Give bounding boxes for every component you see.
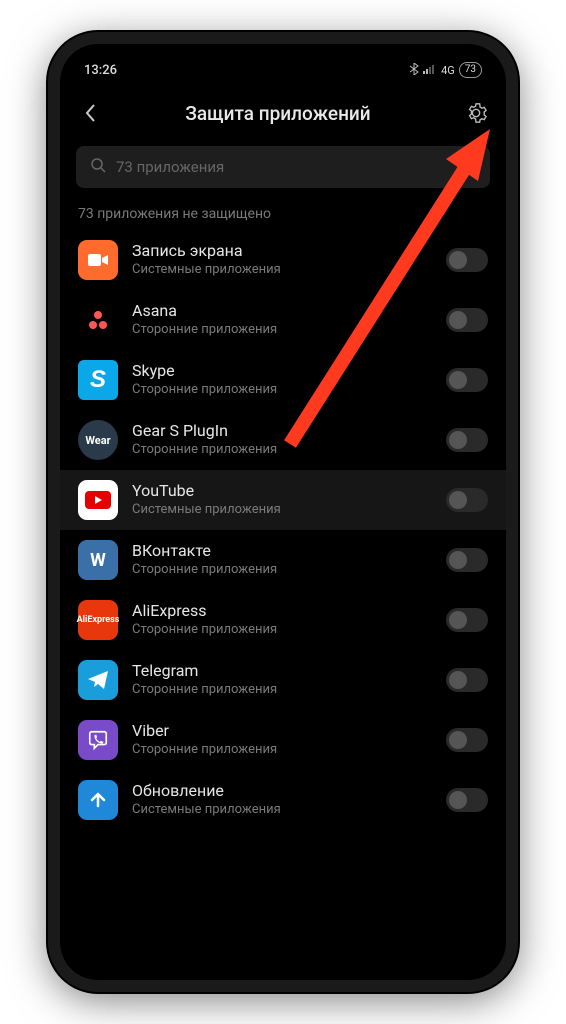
status-time: 13:26 — [84, 63, 117, 78]
search-icon — [90, 157, 106, 177]
app-toggle[interactable] — [446, 368, 488, 392]
app-row[interactable]: Wear Gear S PlugInСторонние приложения — [60, 410, 506, 470]
screen: 13:26 4G 73 Защита приложений — [60, 44, 506, 980]
update-icon — [78, 780, 118, 820]
section-label: 73 приложения не защищено — [60, 198, 506, 230]
app-subtitle: Сторонние приложения — [132, 322, 432, 339]
app-subtitle: Системные приложения — [132, 262, 432, 279]
app-list: Запись экранаСистемные приложенияAsanaСт… — [60, 230, 506, 830]
app-subtitle: Сторонние приложения — [132, 622, 432, 639]
vk-icon: W — [78, 540, 118, 580]
app-name: Viber — [132, 721, 432, 742]
search-placeholder: 73 приложения — [116, 158, 224, 176]
app-subtitle: Сторонние приложения — [132, 742, 432, 759]
app-toggle[interactable] — [446, 428, 488, 452]
page-title: Защита приложений — [94, 102, 462, 125]
app-subtitle: Системные приложения — [132, 502, 432, 519]
header: Защита приложений — [60, 86, 506, 140]
app-text: ViberСторонние приложения — [132, 721, 432, 759]
search-bar[interactable]: 73 приложения — [76, 146, 490, 188]
telegram-icon — [78, 660, 118, 700]
app-name: Skype — [132, 361, 432, 382]
battery-indicator: 73 — [459, 62, 482, 78]
app-toggle[interactable] — [446, 728, 488, 752]
app-toggle[interactable] — [446, 548, 488, 572]
app-text: SkypeСторонние приложения — [132, 361, 432, 399]
app-row[interactable]: ViberСторонние приложения — [60, 710, 506, 770]
phone-frame: 13:26 4G 73 Защита приложений — [48, 32, 518, 992]
app-text: AsanaСторонние приложения — [132, 301, 432, 339]
app-row[interactable]: W ВКонтактеСторонние приложения — [60, 530, 506, 590]
app-name: YouTube — [132, 481, 432, 502]
app-text: Запись экранаСистемные приложения — [132, 241, 432, 279]
app-name: Обновление — [132, 781, 432, 802]
app-text: Gear S PlugInСторонние приложения — [132, 421, 432, 459]
app-toggle[interactable] — [446, 248, 488, 272]
status-right: 4G 73 — [409, 62, 482, 78]
app-row[interactable]: S SkypeСторонние приложения — [60, 350, 506, 410]
app-toggle[interactable] — [446, 488, 488, 512]
camera-icon — [78, 240, 118, 280]
app-text: TelegramСторонние приложения — [132, 661, 432, 699]
skype-icon: S — [78, 360, 118, 400]
app-subtitle: Сторонние приложения — [132, 382, 432, 399]
app-name: AliExpress — [132, 601, 432, 622]
settings-button[interactable] — [462, 102, 490, 124]
app-toggle[interactable] — [446, 608, 488, 632]
app-subtitle: Сторонние приложения — [132, 442, 432, 459]
app-row[interactable]: YouTubeСистемные приложения — [60, 470, 506, 530]
app-text: AliExpressСторонние приложения — [132, 601, 432, 639]
ali-icon: AliExpress — [78, 600, 118, 640]
app-row[interactable]: TelegramСторонние приложения — [60, 650, 506, 710]
gear-icon — [465, 102, 487, 124]
app-subtitle: Сторонние приложения — [132, 562, 432, 579]
viber-icon — [78, 720, 118, 760]
signal-icon — [423, 64, 437, 77]
app-row[interactable]: AliExpressAliExpressСторонние приложения — [60, 590, 506, 650]
app-toggle[interactable] — [446, 788, 488, 812]
app-name: Gear S PlugIn — [132, 421, 432, 442]
app-name: Запись экрана — [132, 241, 432, 262]
app-row[interactable]: AsanaСторонние приложения — [60, 290, 506, 350]
asana-icon — [78, 300, 118, 340]
app-subtitle: Системные приложения — [132, 802, 432, 819]
app-toggle[interactable] — [446, 308, 488, 332]
bluetooth-icon — [409, 63, 419, 78]
app-text: YouTubeСистемные приложения — [132, 481, 432, 519]
app-row[interactable]: Запись экранаСистемные приложения — [60, 230, 506, 290]
app-row[interactable]: ОбновлениеСистемные приложения — [60, 770, 506, 830]
app-toggle[interactable] — [446, 668, 488, 692]
app-name: Asana — [132, 301, 432, 322]
app-text: ОбновлениеСистемные приложения — [132, 781, 432, 819]
app-name: ВКонтакте — [132, 541, 432, 562]
app-text: ВКонтактеСторонние приложения — [132, 541, 432, 579]
network-label: 4G — [441, 64, 455, 77]
app-name: Telegram — [132, 661, 432, 682]
wear-icon: Wear — [78, 420, 118, 460]
app-subtitle: Сторонние приложения — [132, 682, 432, 699]
youtube-icon — [78, 480, 118, 520]
status-bar: 13:26 4G 73 — [60, 54, 506, 86]
